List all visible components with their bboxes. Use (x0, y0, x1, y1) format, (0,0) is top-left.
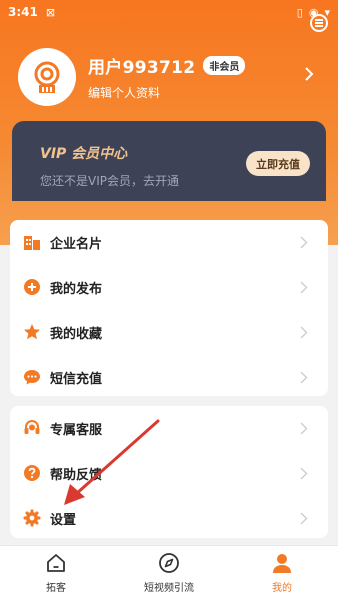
compass-icon (159, 553, 179, 573)
menu-item-company-card[interactable]: 企业名片 (10, 222, 328, 262)
person-icon (273, 554, 291, 573)
chevron-right-icon (300, 421, 308, 435)
avatar[interactable] (18, 48, 76, 106)
username: 用户993712 (88, 58, 196, 78)
menu-item-my-posts[interactable]: 我的发布 (10, 267, 328, 307)
question-circle-icon (22, 463, 42, 483)
menu-item-label: 我的收藏 (50, 326, 103, 342)
menu-item-label: 我的发布 (50, 281, 103, 297)
menu-item-sms-recharge[interactable]: 短信充值 (10, 357, 328, 397)
chat-bubble-icon (22, 367, 42, 387)
chevron-right-icon (300, 325, 308, 339)
menu-group-2: 专属客服 帮助反馈 设置 (10, 406, 328, 538)
menu-item-label: 短信充值 (50, 371, 103, 387)
gear-icon (22, 508, 42, 528)
edit-profile-link[interactable]: 编辑个人资料 (88, 84, 245, 101)
chevron-right-icon (305, 67, 314, 81)
menu-item-help-feedback[interactable]: 帮助反馈 (10, 453, 328, 493)
nav-tab-tuoke[interactable]: 拓客 (0, 546, 112, 600)
menu-item-label: 设置 (50, 512, 77, 528)
member-status-badge: 非会员 (203, 56, 246, 75)
status-time: 3:41 (8, 5, 38, 19)
plus-circle-icon (22, 277, 42, 297)
avatar-logo-icon (34, 61, 60, 93)
star-icon (22, 322, 42, 342)
menu-item-label: 专属客服 (50, 422, 103, 438)
home-icon (47, 554, 65, 572)
chevron-right-icon (300, 466, 308, 480)
menu-item-label: 企业名片 (50, 236, 103, 252)
nav-label: 我的 (272, 583, 292, 594)
vip-subtitle: 您还不是VIP会员，去开通 (40, 174, 179, 188)
chevron-right-icon (300, 235, 308, 249)
building-icon (22, 232, 42, 252)
nav-tab-mine[interactable]: 我的 (226, 546, 338, 600)
menu-item-settings[interactable]: 设置 (10, 498, 328, 538)
vip-card[interactable]: VIP 会员中心 您还不是VIP会员，去开通 立即充值 (12, 121, 326, 201)
menu-group-1: 企业名片 我的发布 我的收藏 短信充值 (10, 220, 328, 396)
chevron-right-icon (300, 370, 308, 384)
menu-item-customer-service[interactable]: 专属客服 (10, 408, 328, 448)
bottom-nav: 拓客 短视频引流 我的 (0, 545, 338, 600)
headset-icon (22, 418, 42, 438)
status-bar: 3:41 ⊠ ▯ ◉ ▾ (0, 0, 338, 24)
profile-section[interactable]: 用户993712 非会员 编辑个人资料 (18, 44, 328, 110)
menu-item-favorites[interactable]: 我的收藏 (10, 312, 328, 352)
vibrate-icon: ▯ (296, 5, 303, 19)
menu-item-label: 帮助反馈 (50, 467, 103, 483)
recharge-now-button[interactable]: 立即充值 (246, 151, 310, 176)
nav-label: 短视频引流 (144, 583, 194, 594)
notification-icon: ⊠ (45, 5, 56, 19)
chevron-right-icon (300, 511, 308, 525)
message-icon[interactable] (310, 14, 328, 32)
vip-title: VIP 会员中心 (40, 146, 128, 162)
nav-tab-short-video[interactable]: 短视频引流 (113, 546, 225, 600)
nav-label: 拓客 (46, 583, 66, 594)
chevron-right-icon (300, 280, 308, 294)
